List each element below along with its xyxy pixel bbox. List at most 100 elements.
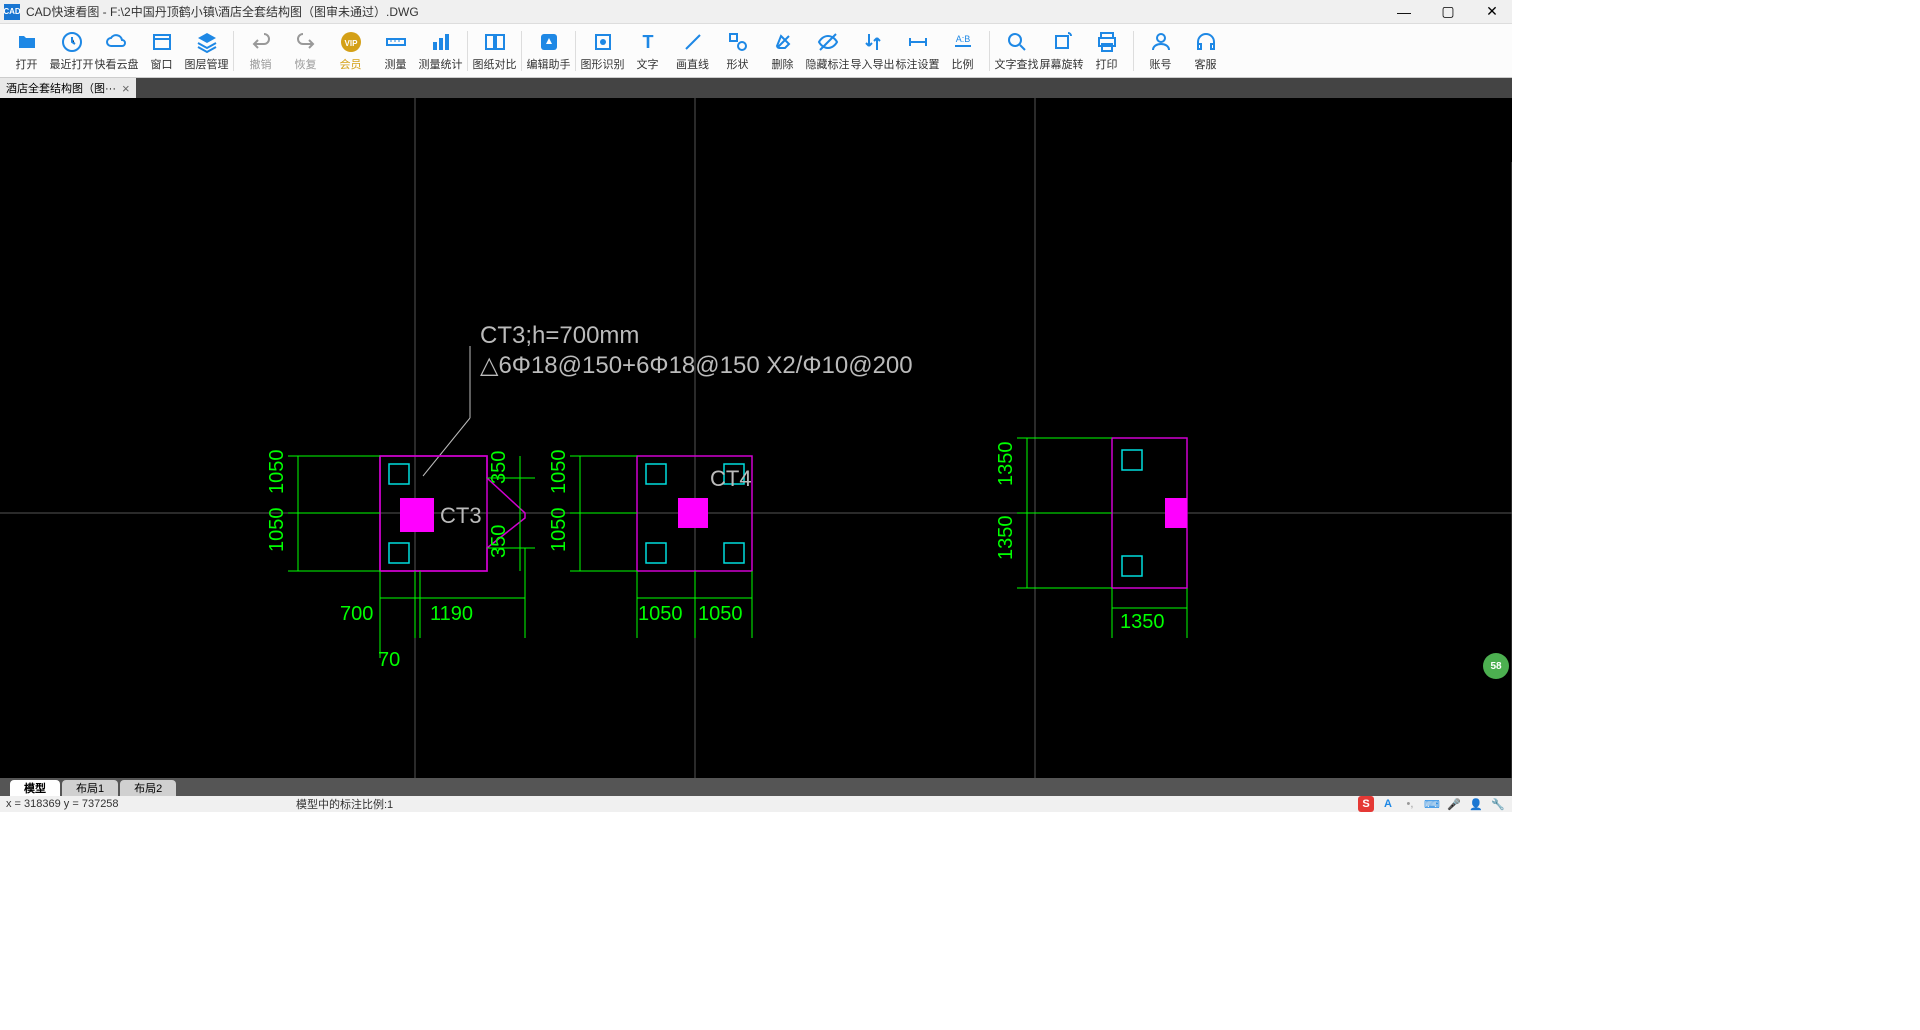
compare-icon — [483, 30, 507, 54]
maximize-button[interactable]: ▢ — [1432, 2, 1464, 22]
statusbar: x = 318369 y = 737258 模型中的标注比例:1 S A •, … — [0, 796, 1512, 812]
recent-button[interactable]: 最近打开 — [49, 25, 94, 77]
hide-dim-button[interactable]: 隐藏标注 — [805, 25, 850, 77]
toolbar-separator — [467, 31, 468, 71]
svg-text:350: 350 — [488, 451, 510, 484]
svg-text:1190: 1190 — [430, 603, 473, 625]
svg-text:1350: 1350 — [1120, 611, 1165, 633]
recognition-icon — [591, 30, 615, 54]
svg-text:1050: 1050 — [698, 603, 743, 625]
layer-button[interactable]: 图层管理 — [184, 25, 229, 77]
tab-layout2[interactable]: 布局2 — [120, 780, 176, 796]
file-tabs: 酒店全套结构图（图··· × — [0, 78, 1512, 98]
rotate-button[interactable]: 屏幕旋转 — [1039, 25, 1084, 77]
coordinates: x = 318369 y = 737258 — [6, 798, 296, 810]
toolbar-separator — [1133, 31, 1134, 71]
svg-text:1050: 1050 — [266, 450, 288, 495]
search-icon — [1005, 30, 1029, 54]
import-export-icon — [861, 30, 885, 54]
keyboard-icon[interactable]: ⌨ — [1424, 796, 1440, 812]
svg-text:700: 700 — [340, 603, 373, 625]
vip-icon: VIP — [339, 30, 363, 54]
annotation-text-2: △6Φ18@150+6Φ18@150 X2/Φ10@200 — [480, 352, 913, 379]
svg-text:VIP: VIP — [344, 39, 358, 48]
print-button[interactable]: 打印 — [1084, 25, 1129, 77]
svg-text:1350: 1350 — [995, 516, 1017, 561]
line-icon — [681, 30, 705, 54]
minimize-button[interactable]: — — [1388, 2, 1420, 22]
app-icon: CAD — [4, 4, 20, 20]
window-title: CAD快速看图 - F:\2中国丹顶鹤小镇\酒店全套结构图（图审未通过）.DWG — [26, 3, 1388, 20]
ruler-icon — [384, 30, 408, 54]
tab-model[interactable]: 模型 — [10, 780, 60, 796]
eraser-icon — [771, 30, 795, 54]
svg-text:1050: 1050 — [266, 508, 288, 553]
toolbar-separator — [521, 31, 522, 71]
text-button[interactable]: T文字 — [625, 25, 670, 77]
ratio-icon: A:B — [951, 30, 975, 54]
toolbar-separator — [989, 31, 990, 71]
shape-button[interactable]: 形状 — [715, 25, 760, 77]
dim-setting-button[interactable]: 标注设置 — [895, 25, 940, 77]
annotation-text-1: CT3;h=700mm — [480, 322, 639, 349]
svg-text:1050: 1050 — [548, 508, 570, 553]
ratio-button[interactable]: A:B比例 — [940, 25, 985, 77]
punct-icon[interactable]: •, — [1402, 796, 1418, 812]
tool-icon[interactable]: 🔧 — [1490, 796, 1506, 812]
file-tab-active[interactable]: 酒店全套结构图（图··· × — [0, 78, 136, 98]
user-icon — [1149, 30, 1173, 54]
edit-helper-icon — [537, 30, 561, 54]
eye-off-icon — [816, 30, 840, 54]
shape-recognition-button[interactable]: 图形识别 — [580, 25, 625, 77]
edit-helper-button[interactable]: 编辑助手 — [526, 25, 571, 77]
person-icon[interactable]: 👤 — [1468, 796, 1484, 812]
cad-canvas[interactable]: CT3;h=700mm △6Φ18@150+6Φ18@150 X2/Φ10@20… — [0, 98, 1512, 778]
measure-stat-button[interactable]: 测量统计 — [418, 25, 463, 77]
svg-text:350: 350 — [488, 525, 510, 558]
svg-text:CT3: CT3 — [440, 503, 482, 528]
rotate-icon — [1050, 30, 1074, 54]
line-button[interactable]: 画直线 — [670, 25, 715, 77]
letter-icon[interactable]: A — [1380, 796, 1396, 812]
svg-text:1050: 1050 — [548, 450, 570, 495]
status-right: S A •, ⌨ 🎤 👤 🔧 — [1358, 796, 1506, 812]
toolbar-separator — [575, 31, 576, 71]
titlebar: CAD CAD快速看图 - F:\2中国丹顶鹤小镇\酒店全套结构图（图审未通过）… — [0, 0, 1512, 24]
tab-layout1[interactable]: 布局1 — [62, 780, 118, 796]
service-button[interactable]: 客服 — [1183, 25, 1228, 77]
cloud-button[interactable]: 快看云盘 — [94, 25, 139, 77]
ime-icon[interactable]: S — [1358, 796, 1374, 812]
close-button[interactable]: ✕ — [1476, 2, 1508, 22]
float-badge[interactable]: 58 — [1483, 653, 1509, 679]
svg-text:70: 70 — [378, 649, 400, 671]
close-icon[interactable]: × — [122, 81, 130, 96]
delete-button[interactable]: 删除 — [760, 25, 805, 77]
svg-text:A:B: A:B — [955, 34, 970, 44]
folder-open-icon — [15, 30, 39, 54]
import-export-button[interactable]: 导入导出 — [850, 25, 895, 77]
svg-text:T: T — [642, 32, 653, 52]
undo-icon — [249, 30, 273, 54]
layout-tabs: 模型 布局1 布局2 — [0, 778, 1512, 796]
undo-button[interactable]: 撤销 — [238, 25, 283, 77]
open-button[interactable]: 打开 — [4, 25, 49, 77]
print-icon — [1095, 30, 1119, 54]
headset-icon — [1194, 30, 1218, 54]
text-search-button[interactable]: 文字查找 — [994, 25, 1039, 77]
window-button[interactable]: 窗口 — [139, 25, 184, 77]
redo-button[interactable]: 恢复 — [283, 25, 328, 77]
vip-button[interactable]: VIP会员 — [328, 25, 373, 77]
main-toolbar: 打开 最近打开 快看云盘 窗口 图层管理 撤销 恢复 VIP会员 测量 测量统计… — [0, 24, 1512, 78]
measure-button[interactable]: 测量 — [373, 25, 418, 77]
account-button[interactable]: 账号 — [1138, 25, 1183, 77]
stats-icon — [429, 30, 453, 54]
cloud-icon — [105, 30, 129, 54]
mic-icon[interactable]: 🎤 — [1446, 796, 1462, 812]
svg-text:1350: 1350 — [995, 442, 1017, 487]
svg-text:1050: 1050 — [638, 603, 683, 625]
dimension-icon — [906, 30, 930, 54]
scale-label: 模型中的标注比例:1 — [296, 796, 1358, 812]
redo-icon — [294, 30, 318, 54]
compare-button[interactable]: 图纸对比 — [472, 25, 517, 77]
cad-drawing: CT3;h=700mm △6Φ18@150+6Φ18@150 X2/Φ10@20… — [0, 98, 1512, 778]
